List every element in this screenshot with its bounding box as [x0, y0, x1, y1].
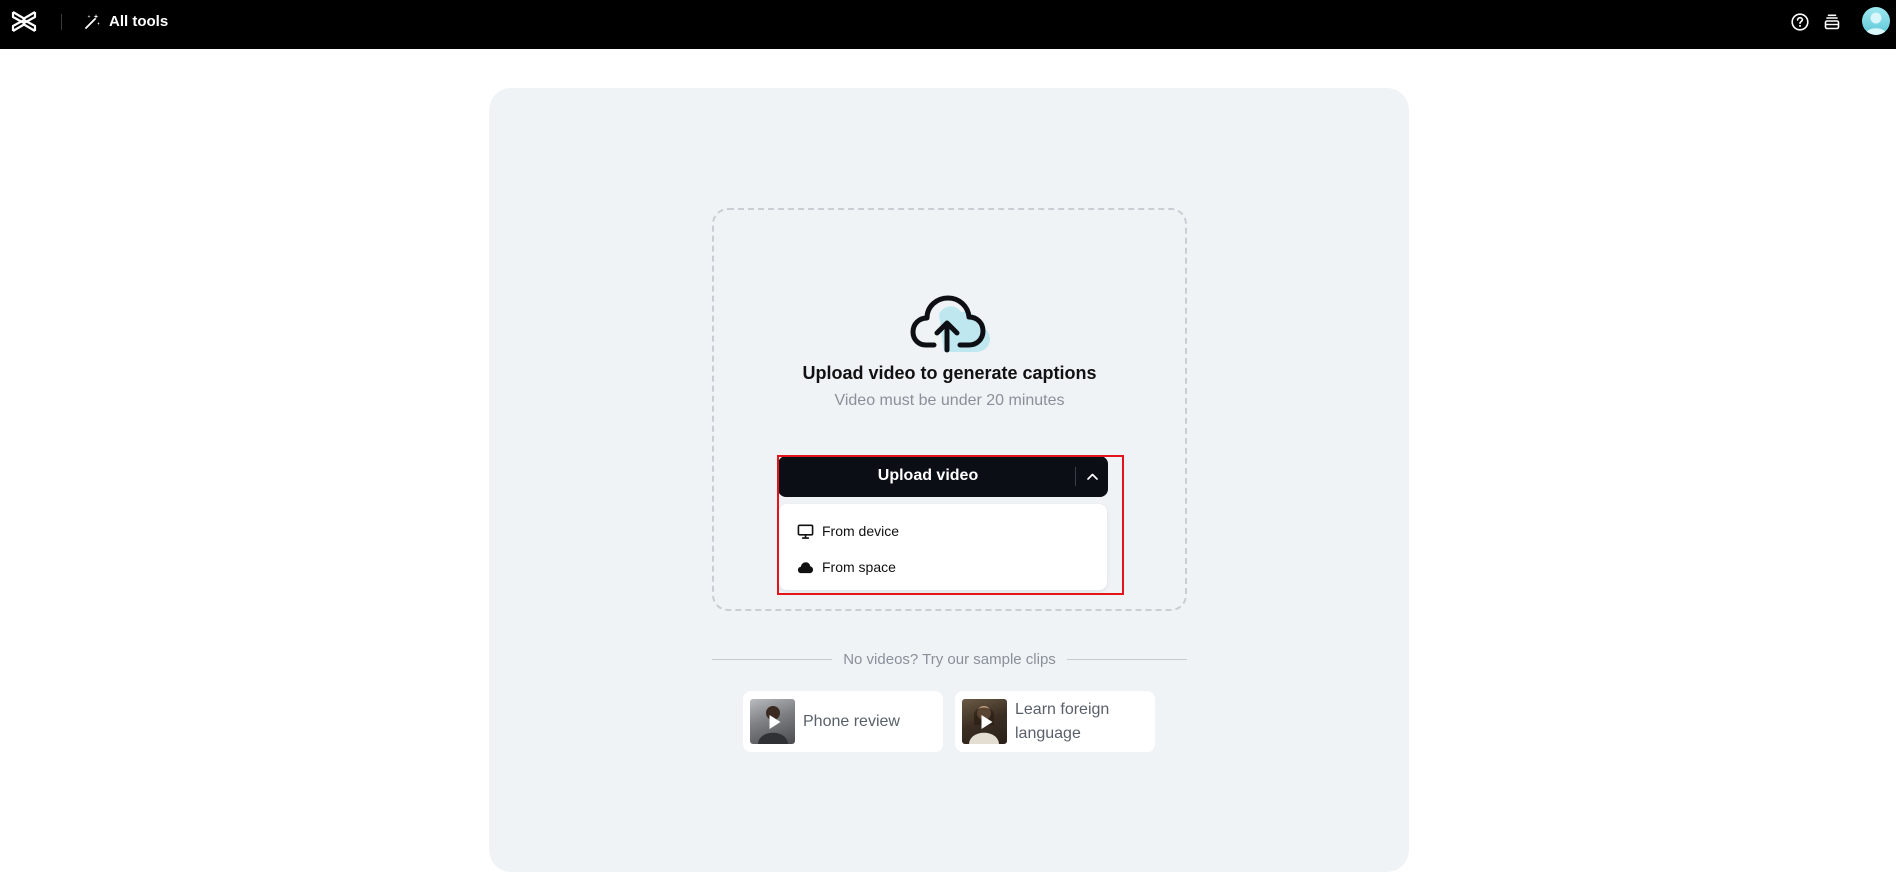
upload-title: Upload video to generate captions	[802, 363, 1097, 383]
samples-header-label: No videos? Try our sample clips	[843, 650, 1056, 668]
sample-label: Learn foreign language	[1015, 700, 1110, 742]
upload-video-button[interactable]: Upload video	[778, 456, 1108, 497]
sample-clip-learn-foreign-language[interactable]: Learn foreign language	[955, 691, 1155, 752]
menu-item-from-space[interactable]: From space	[779, 550, 1107, 584]
play-icon	[769, 714, 780, 729]
sample-thumbnail	[750, 699, 795, 744]
upload-options-toggle[interactable]	[1076, 456, 1108, 497]
top-bar: All tools	[0, 0, 1896, 49]
magic-wand-icon	[85, 13, 100, 29]
samples-header: No videos? Try our sample clips	[712, 649, 1187, 669]
upload-video-label: Upload video	[877, 467, 979, 484]
play-icon	[981, 714, 992, 729]
menu-item-label: From device	[822, 523, 900, 539]
sample-thumbnail	[962, 699, 1007, 744]
sample-clip-phone-review[interactable]: Phone review	[743, 691, 943, 752]
layers-icon[interactable]	[1822, 12, 1842, 32]
all-tools-label: All tools	[109, 12, 169, 30]
cloud-upload-icon	[910, 295, 990, 353]
menu-item-label: From space	[822, 559, 896, 575]
avatar[interactable]	[1862, 7, 1890, 35]
cloud-icon	[796, 558, 814, 576]
avatar-image	[1865, 12, 1887, 35]
upload-dropzone[interactable]: Upload video to generate captions Video …	[712, 208, 1187, 611]
capcut-logo-icon[interactable]	[11, 10, 37, 33]
all-tools-button[interactable]: All tools	[84, 11, 168, 31]
upload-subtitle: Video must be under 20 minutes	[834, 392, 1065, 409]
upload-card: Upload video to generate captions Video …	[489, 88, 1409, 872]
upload-source-menu: From device From space	[779, 504, 1107, 590]
divider-line	[712, 658, 833, 660]
chevron-up-icon	[1086, 473, 1098, 480]
menu-item-from-device[interactable]: From device	[779, 514, 1107, 548]
divider-line	[1066, 658, 1187, 660]
help-icon[interactable]	[1790, 12, 1810, 32]
upload-control: Upload video From device From space	[778, 456, 1124, 596]
sample-label: Phone review	[803, 712, 900, 730]
monitor-icon	[796, 522, 814, 540]
topbar-divider	[61, 14, 62, 30]
